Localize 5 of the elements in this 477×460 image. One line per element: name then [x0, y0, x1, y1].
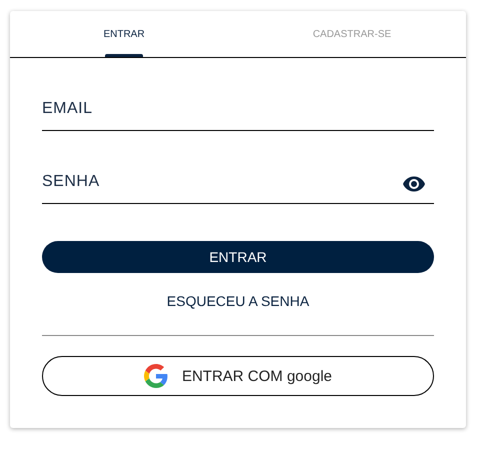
login-button[interactable]: ENTRAR: [42, 241, 434, 273]
forgot-password-link[interactable]: ESQUECEU A SENHA: [162, 291, 314, 311]
tab[interactable]: ENTRAR: [10, 11, 238, 57]
google-g-icon: [144, 364, 168, 388]
google-login-button[interactable]: ENTRAR COM google: [42, 356, 434, 396]
